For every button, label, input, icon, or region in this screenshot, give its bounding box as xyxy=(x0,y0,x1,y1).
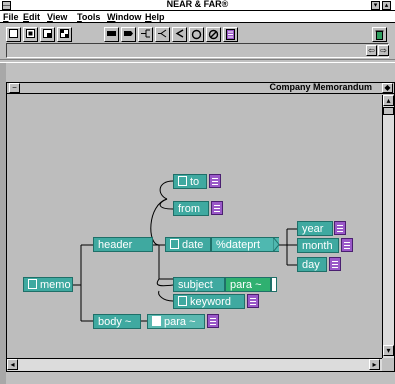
node-date-box xyxy=(170,239,179,249)
document-title: Company Memorandum xyxy=(269,82,372,92)
app-title-bar: NEAR & FAR® — ▾ ▴ xyxy=(0,0,395,11)
vertical-scroll-thumb[interactable] xyxy=(383,107,394,115)
node-keyword-label: keyword xyxy=(190,296,231,308)
nav-back-label: ⇦ xyxy=(368,46,375,55)
choice-icon[interactable] xyxy=(172,27,187,42)
node-to[interactable]: to xyxy=(173,174,207,189)
menu-view[interactable]: View xyxy=(47,11,67,23)
node-subject-para-end xyxy=(271,277,277,292)
node-body-para[interactable]: para ~ xyxy=(147,314,205,329)
node-body-para-badge-icon[interactable] xyxy=(207,314,219,328)
node-subject-para-label: para ~ xyxy=(230,279,262,291)
node-dateprt[interactable]: %dateprt xyxy=(211,237,279,252)
node-date[interactable]: date xyxy=(165,237,211,252)
nav-forward-button[interactable]: ⇨ xyxy=(378,45,389,56)
node-subject-para[interactable]: para ~ xyxy=(225,277,271,292)
node-day-badge-icon[interactable] xyxy=(329,257,341,271)
node-keyword-box xyxy=(178,296,187,306)
circle-icon[interactable] xyxy=(189,27,204,42)
branch-icon[interactable] xyxy=(155,27,170,42)
node-keyword[interactable]: keyword xyxy=(173,294,245,309)
node-body-label: body ~ xyxy=(98,316,132,328)
scroll-up-button[interactable]: ▴ xyxy=(383,95,394,106)
app-title: NEAR & FAR® xyxy=(166,0,229,9)
node-header[interactable]: header xyxy=(93,237,153,252)
vertical-scrollbar[interactable]: ▴ ▾ xyxy=(382,95,394,358)
node-month-label: month xyxy=(302,240,333,252)
menu-tools[interactable]: Tools xyxy=(77,11,100,23)
node-date-label: date xyxy=(182,239,204,251)
node-to-badge-icon[interactable] xyxy=(209,174,221,188)
connector-icon[interactable] xyxy=(138,27,153,42)
document-window: − Company Memorandum ◆ memo header to fr… xyxy=(6,82,395,372)
node-body-para-box xyxy=(152,316,161,326)
menu-file[interactable]: File xyxy=(3,11,19,23)
document-title-bar: − Company Memorandum ◆ xyxy=(7,82,394,94)
no-icon[interactable] xyxy=(206,27,221,42)
structure-canvas[interactable]: memo header to from date %dateprt year m… xyxy=(7,95,382,358)
new-doc-icon[interactable] xyxy=(6,27,21,42)
list-icon[interactable] xyxy=(223,27,238,42)
document-maximize-button[interactable]: ◆ xyxy=(382,83,393,93)
menu-view-label: View xyxy=(47,12,68,22)
node-to-box xyxy=(178,176,187,186)
system-menu-button[interactable]: — xyxy=(2,1,11,10)
minimize-button[interactable]: ▾ xyxy=(371,1,380,10)
open-doc-icon[interactable] xyxy=(23,27,38,42)
status-field xyxy=(6,43,389,58)
node-month-badge-icon[interactable] xyxy=(341,238,353,252)
node-month[interactable]: month xyxy=(297,238,339,253)
menu-tools-label: Tools xyxy=(77,12,101,22)
node-from[interactable]: from xyxy=(173,201,209,216)
node-year-badge-icon[interactable] xyxy=(334,221,346,235)
node-from-badge-icon[interactable] xyxy=(211,201,223,215)
node-day[interactable]: day xyxy=(297,257,327,272)
document-system-menu[interactable]: − xyxy=(9,83,20,93)
toolbar: ⇦ ⇨ xyxy=(0,24,395,60)
maximize-button[interactable]: ▴ xyxy=(382,1,391,10)
dateprt-arrow-icon xyxy=(273,237,280,252)
node-memo-box xyxy=(28,279,37,289)
node-subject-label: subject xyxy=(178,279,213,291)
node-year-label: year xyxy=(302,223,324,235)
scroll-right-button[interactable]: ▸ xyxy=(369,359,380,370)
element-icon[interactable] xyxy=(104,27,119,42)
node-to-label: to xyxy=(190,176,200,188)
menu-bar: File Edit View Tools Window Help xyxy=(0,11,395,23)
node-body[interactable]: body ~ xyxy=(93,314,141,329)
node-from-label: from xyxy=(178,203,200,215)
node-body-para-label: para ~ xyxy=(164,316,196,328)
node-dateprt-label: %dateprt xyxy=(216,239,261,251)
menu-window[interactable]: Window xyxy=(107,11,141,23)
horizontal-scrollbar[interactable]: ◂ ▸ xyxy=(7,358,382,371)
node-keyword-badge-icon[interactable] xyxy=(247,294,259,308)
menu-edit-label: Edit xyxy=(23,12,41,22)
node-year[interactable]: year xyxy=(297,221,333,236)
attribute-icon[interactable] xyxy=(121,27,136,42)
scroll-left-button[interactable]: ◂ xyxy=(7,359,18,370)
trash-icon[interactable] xyxy=(372,27,387,42)
scroll-corner xyxy=(382,358,394,371)
menu-help[interactable]: Help xyxy=(145,11,165,23)
save-doc-icon[interactable] xyxy=(40,27,55,42)
node-header-label: header xyxy=(98,239,133,251)
node-subject[interactable]: subject xyxy=(173,277,225,292)
menu-file-label: File xyxy=(3,12,19,22)
menu-help-label: Help xyxy=(145,12,165,22)
node-memo[interactable]: memo xyxy=(23,277,73,292)
menu-window-label: Window xyxy=(107,12,142,22)
print-doc-icon[interactable] xyxy=(57,27,72,42)
menu-edit[interactable]: Edit xyxy=(23,11,40,23)
node-memo-label: memo xyxy=(40,279,71,291)
scroll-down-button[interactable]: ▾ xyxy=(383,345,394,356)
nav-forward-label: ⇨ xyxy=(380,46,387,55)
nav-back-button[interactable]: ⇦ xyxy=(366,45,377,56)
node-day-label: day xyxy=(302,259,320,271)
